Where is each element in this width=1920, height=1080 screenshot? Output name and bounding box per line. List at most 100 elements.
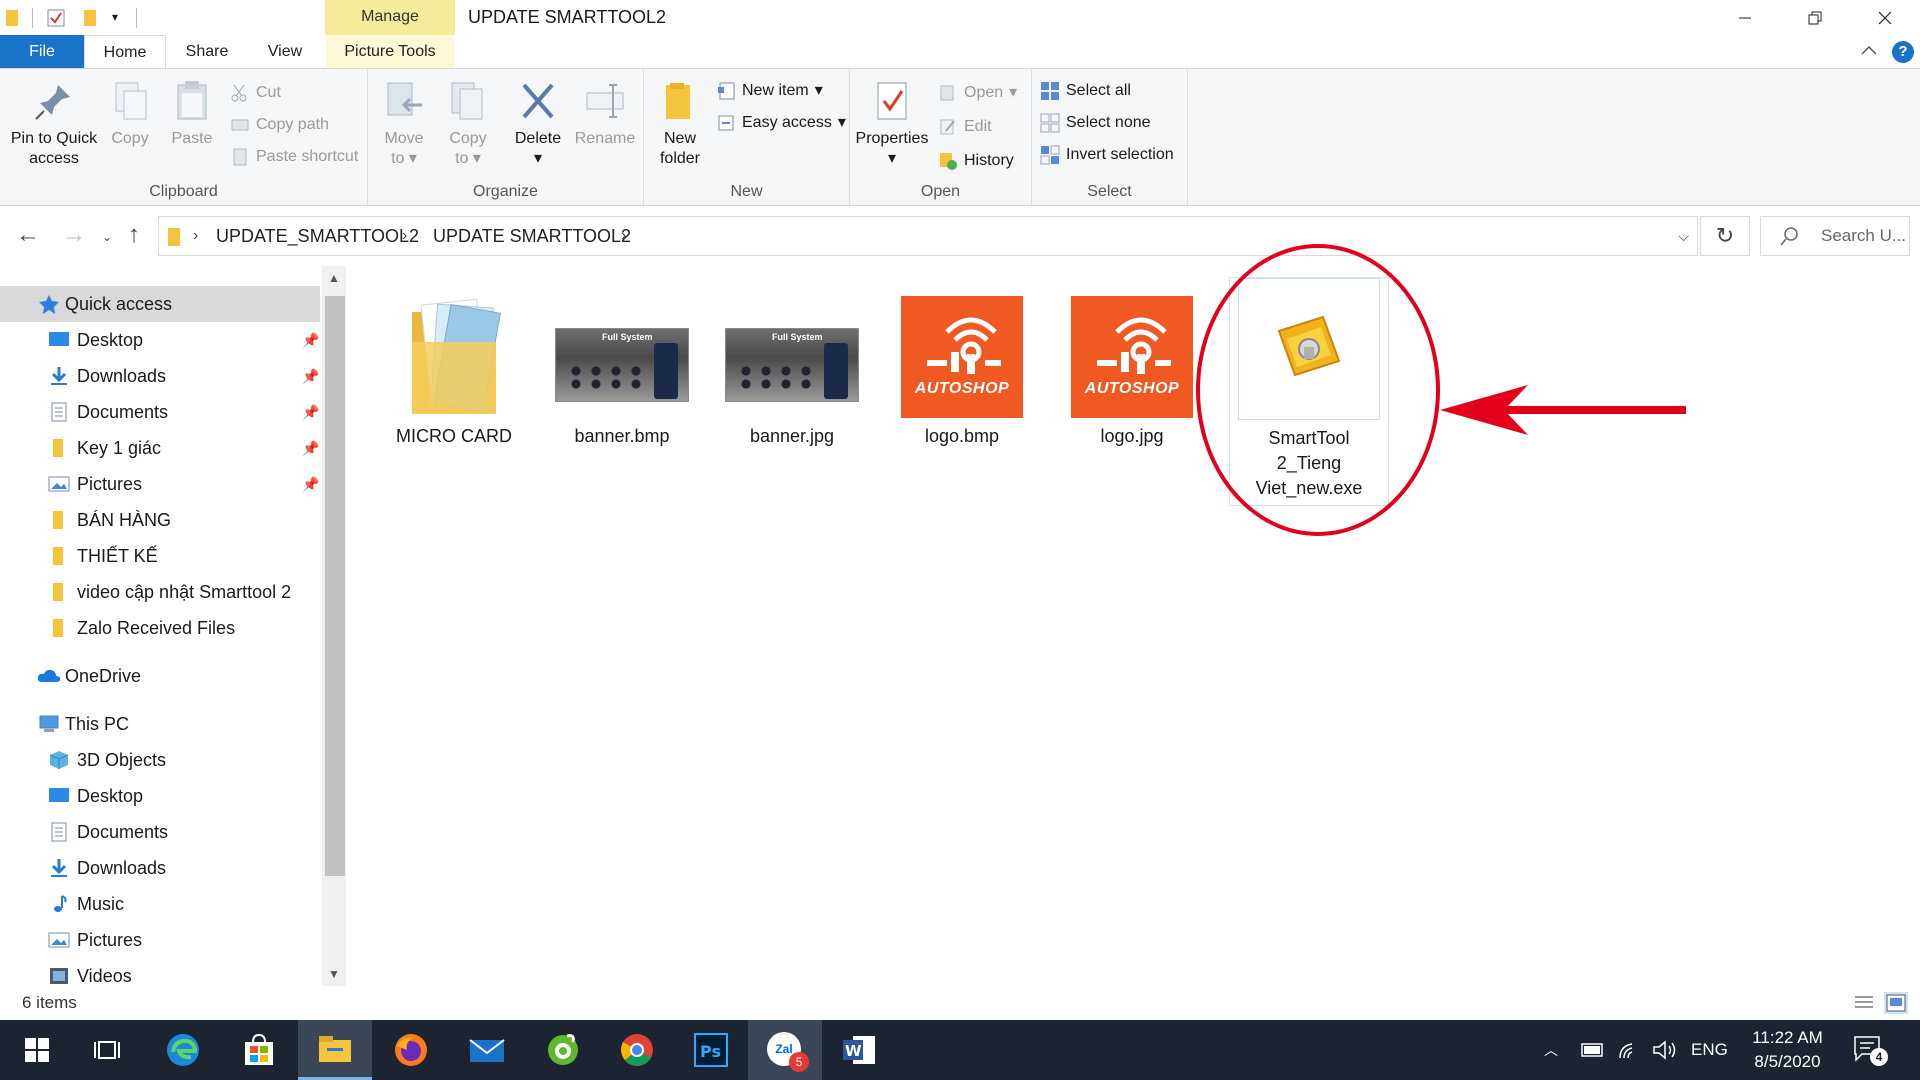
scroll-thumb[interactable] xyxy=(325,296,345,876)
clock[interactable]: 11:22 AM 8/5/2020 xyxy=(1735,1026,1840,1074)
easy-access-button[interactable]: Easy access ▾ xyxy=(716,111,846,135)
details-view-icon[interactable] xyxy=(1852,992,1876,1014)
history-button[interactable]: History xyxy=(938,149,1014,173)
task-view-button[interactable] xyxy=(70,1020,144,1080)
refresh-button[interactable]: ↻ xyxy=(1700,216,1750,256)
scroll-down-icon[interactable]: ▼ xyxy=(322,962,346,986)
taskbar-edge[interactable] xyxy=(146,1020,220,1080)
taskbar-mail[interactable] xyxy=(450,1020,524,1080)
address-dropdown-icon[interactable]: ⌵ xyxy=(1678,217,1689,255)
sidebar-item-zalo-received-files[interactable]: Zalo Received Files xyxy=(0,610,320,646)
battery-icon[interactable] xyxy=(1578,1039,1606,1061)
open-button[interactable]: Open ▾ xyxy=(938,81,1017,105)
file-item-banner-jpg[interactable]: Full System banner.jpg xyxy=(712,288,872,449)
select-none-button[interactable]: Select none xyxy=(1040,111,1151,135)
sidebar-item-this-pc[interactable]: This PC xyxy=(0,706,320,742)
file-item-logo-jpg[interactable]: AUTOSHOP logo.jpg xyxy=(1052,288,1212,449)
edit-button[interactable]: Edit xyxy=(938,115,992,139)
customize-quick-access-icon[interactable]: ▾ xyxy=(112,10,118,24)
show-hidden-icons-icon[interactable]: ︿ xyxy=(1544,1020,1558,1080)
help-icon[interactable]: ? xyxy=(1892,41,1914,63)
back-arrow-icon[interactable]: ← xyxy=(16,221,40,249)
paste-shortcut-button[interactable]: Paste shortcut xyxy=(230,145,358,169)
sidebar-item-video-cap-nhat[interactable]: video cập nhật Smarttool 2 xyxy=(0,574,320,610)
manage-contextual-tab[interactable]: Manage xyxy=(325,0,455,35)
collapse-ribbon-icon[interactable] xyxy=(1860,43,1878,61)
copy-to-button[interactable]: Copy to ▾ xyxy=(438,79,498,169)
select-all-button[interactable]: Select all xyxy=(1040,79,1131,103)
start-button[interactable] xyxy=(0,1020,74,1080)
breadcrumb-item[interactable]: UPDATE SMARTTOOL2 xyxy=(433,217,631,255)
action-center-button[interactable]: 4 xyxy=(1852,1034,1892,1068)
breadcrumb-chevron-icon[interactable]: › xyxy=(621,217,626,255)
sidebar-item-pc-documents[interactable]: Documents xyxy=(0,814,320,850)
pin-icon[interactable]: 📌 xyxy=(302,466,319,502)
pin-icon[interactable]: 📌 xyxy=(302,394,319,430)
paste-button[interactable]: Paste xyxy=(164,79,220,149)
tab-picture-tools[interactable]: Picture Tools xyxy=(326,35,454,68)
breadcrumb-chevron-icon[interactable]: › xyxy=(193,217,198,255)
breadcrumb-item[interactable]: UPDATE_SMARTTOOL2 xyxy=(216,217,419,255)
pin-icon[interactable]: 📌 xyxy=(302,358,319,394)
volume-icon[interactable] xyxy=(1652,1038,1678,1062)
tab-share[interactable]: Share xyxy=(166,35,248,68)
up-arrow-icon[interactable]: ↑ xyxy=(128,221,140,249)
minimize-button[interactable] xyxy=(1710,0,1780,35)
cut-button[interactable]: Cut xyxy=(230,81,281,105)
file-item-logo-bmp[interactable]: AUTOSHOP logo.bmp xyxy=(882,288,1042,449)
pin-to-quick-access-button[interactable]: Pin to Quick access xyxy=(6,79,102,169)
scroll-up-icon[interactable]: ▲ xyxy=(322,266,346,290)
sidebar-item-pc-desktop[interactable]: Desktop xyxy=(0,778,320,814)
file-item-banner-bmp[interactable]: Full System banner.bmp xyxy=(542,288,702,449)
sidebar-item-thiet-ke[interactable]: THIẾT KẾ xyxy=(0,538,320,574)
sidebar-item-onedrive[interactable]: OneDrive xyxy=(0,658,320,694)
sidebar-item-documents[interactable]: Documents 📌 xyxy=(0,394,320,430)
taskbar-chrome[interactable] xyxy=(600,1020,674,1080)
sidebar-item-videos[interactable]: Videos xyxy=(0,958,320,986)
sidebar-item-desktop[interactable]: Desktop 📌 xyxy=(0,322,320,358)
sidebar-item-pictures[interactable]: Pictures 📌 xyxy=(0,466,320,502)
properties-icon[interactable] xyxy=(46,8,66,33)
large-icons-view-icon[interactable] xyxy=(1884,992,1908,1014)
taskbar-zalo[interactable]: Zal 5 xyxy=(748,1020,822,1080)
tab-file[interactable]: File xyxy=(0,35,84,68)
new-folder-icon[interactable] xyxy=(82,8,98,33)
taskbar-file-explorer[interactable] xyxy=(298,1020,372,1080)
copy-button[interactable]: Copy xyxy=(104,79,156,149)
sidebar-item-pc-downloads[interactable]: Downloads xyxy=(0,850,320,886)
wifi-icon[interactable] xyxy=(1618,1038,1642,1062)
close-button[interactable] xyxy=(1850,0,1920,35)
search-input[interactable]: Search U... xyxy=(1760,216,1910,256)
taskbar-store[interactable] xyxy=(222,1020,296,1080)
recent-locations-icon[interactable]: ⌄ xyxy=(102,230,112,244)
pin-icon[interactable]: 📌 xyxy=(302,322,319,358)
invert-selection-button[interactable]: Invert selection xyxy=(1040,143,1174,167)
rename-button[interactable]: Rename xyxy=(570,79,640,149)
properties-button[interactable]: Properties ▾ xyxy=(852,79,932,169)
sidebar-item-ban-hang[interactable]: BÁN HÀNG xyxy=(0,502,320,538)
taskbar-word[interactable]: W xyxy=(822,1020,896,1080)
input-language[interactable]: ENG xyxy=(1691,1020,1728,1080)
forward-arrow-icon[interactable]: → xyxy=(62,221,86,249)
address-bar[interactable]: › UPDATE_SMARTTOOL2 › UPDATE SMARTTOOL2 … xyxy=(158,216,1698,256)
copy-path-button[interactable]: Copy path xyxy=(230,113,329,137)
breadcrumb-chevron-icon[interactable]: › xyxy=(402,217,407,255)
restore-button[interactable] xyxy=(1780,0,1850,35)
sidebar-item-pc-pictures[interactable]: Pictures xyxy=(0,922,320,958)
nav-pane-scrollbar[interactable]: ▲ ▼ xyxy=(322,266,346,986)
taskbar-photoshop[interactable]: Ps xyxy=(674,1020,748,1080)
sidebar-item-3d-objects[interactable]: 3D Objects xyxy=(0,742,320,778)
taskbar-firefox[interactable] xyxy=(374,1020,448,1080)
sidebar-item-quick-access[interactable]: Quick access xyxy=(0,286,320,322)
delete-button[interactable]: Delete ▾ xyxy=(508,79,568,169)
tab-home[interactable]: Home xyxy=(84,35,166,69)
taskbar-coccoc[interactable] xyxy=(526,1020,600,1080)
sidebar-item-music[interactable]: Music xyxy=(0,886,320,922)
tab-view[interactable]: View xyxy=(248,35,322,68)
new-folder-button[interactable]: New folder xyxy=(650,79,710,169)
move-to-button[interactable]: Move to ▾ xyxy=(374,79,434,169)
file-item-micro-card[interactable]: MICRO CARD xyxy=(374,288,534,449)
pin-icon[interactable]: 📌 xyxy=(302,430,319,466)
new-item-button[interactable]: New item ▾ xyxy=(716,79,823,103)
sidebar-item-key-1-giac[interactable]: Key 1 giác 📌 xyxy=(0,430,320,466)
